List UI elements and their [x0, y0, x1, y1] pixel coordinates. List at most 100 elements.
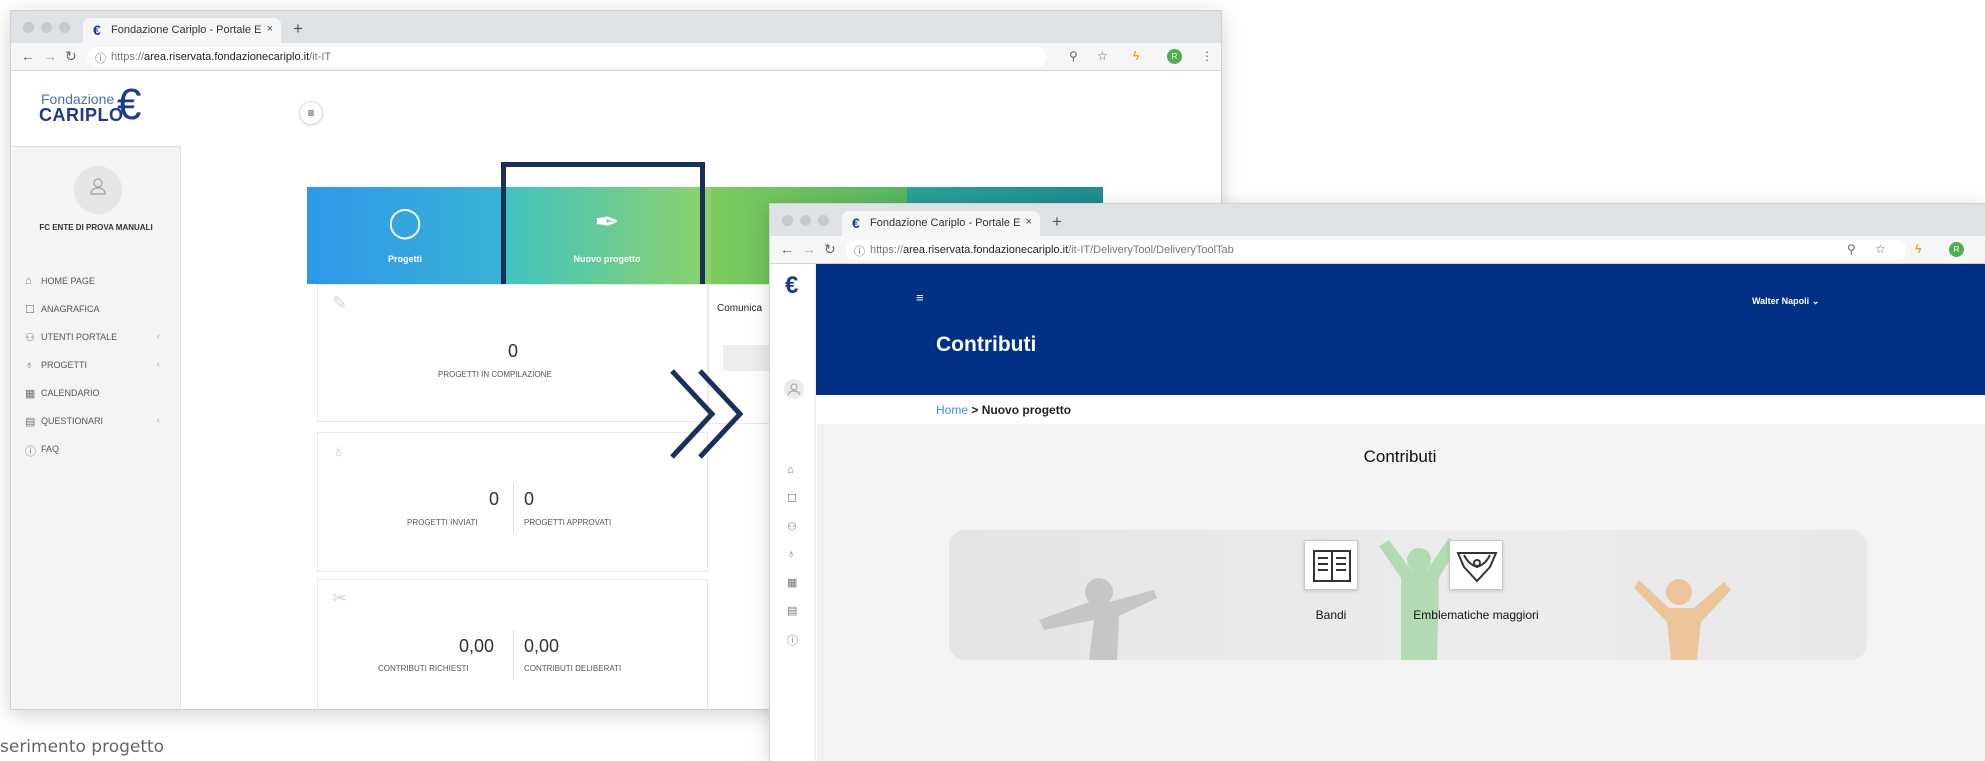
breadcrumb-current: Nuovo progetto: [981, 403, 1072, 417]
close-tab-icon[interactable]: ×: [267, 23, 273, 35]
url-input[interactable]: ⓘ https://area.riservata.fondazionecarip…: [846, 240, 1906, 260]
site-info-icon[interactable]: ⓘ: [854, 243, 865, 259]
zoom-icon[interactable]: ⚲: [1069, 49, 1078, 63]
sidebar-item-label: QUESTIONARI: [41, 416, 104, 426]
survey-icon: ▤: [25, 416, 36, 428]
chevron-left-icon: ‹: [156, 331, 160, 342]
extension-bolt-icon[interactable]: ϟ: [1133, 49, 1139, 63]
site-info-icon[interactable]: ⓘ: [95, 50, 106, 66]
sidebar-item-questionari[interactable]: ▤ QUESTIONARI ‹: [25, 415, 170, 443]
url-path: /it-IT/DeliveryTool/DeliveryToolTab: [1068, 244, 1234, 256]
url-scheme: https://: [111, 51, 145, 63]
menu-toggle-button[interactable]: ≡: [916, 290, 924, 305]
sidebar-menu: ⌂ HOME PAGE ☐ ANAGRAFICA ⚇ UTENTI PORTALE ‹ …: [25, 275, 170, 471]
logo[interactable]: Fondazione CARIPLO €: [11, 71, 181, 147]
emblematiche-label[interactable]: Emblematiche maggiori: [1411, 606, 1541, 625]
lightbulb-icon[interactable]: ♁: [787, 548, 795, 560]
user-name: Walter Napoli: [1752, 296, 1810, 306]
url-path: /it-IT: [309, 51, 332, 63]
forward-icon[interactable]: →: [43, 48, 57, 64]
page-header: ≡ Contributi Walter Napoli ⌄: [770, 264, 1985, 395]
survey-icon[interactable]: ▤: [787, 604, 797, 617]
profile-avatar-icon[interactable]: R: [1949, 242, 1964, 257]
id-card-icon[interactable]: ☐: [787, 492, 797, 505]
close-tab-icon[interactable]: ×: [1026, 216, 1032, 228]
chevron-double-right-icon: [670, 369, 744, 459]
new-tab-button[interactable]: +: [293, 19, 303, 39]
extension-bolt-icon[interactable]: ϟ: [1915, 242, 1921, 256]
sidebar-item-utenti-portale[interactable]: ⚇ UTENTI PORTALE ‹: [25, 331, 170, 359]
tab-strip: € Fondazione Cariplo - Portale E × +: [770, 204, 1985, 236]
tab-strip: € Fondazione Cariplo - Portale E × +: [11, 11, 1221, 43]
menu-toggle-button[interactable]: ≡: [299, 101, 323, 125]
sidebar: Fondazione CARIPLO € FC ENTE DI PROVA MA…: [11, 71, 181, 709]
url-input[interactable]: ⓘ https://area.riservata.fondazionecarip…: [87, 47, 1047, 67]
chevron-left-icon: ‹: [156, 415, 160, 426]
profile-avatar-icon[interactable]: R: [1167, 49, 1182, 64]
info-icon[interactable]: ⓘ: [787, 632, 798, 648]
back-icon[interactable]: ←: [780, 241, 794, 257]
sidebar-item-faq[interactable]: ⓘ FAQ: [25, 443, 170, 471]
sidebar-item-label: FAQ: [41, 444, 60, 454]
page-title: Contributi: [936, 333, 1037, 356]
sidebar-item-home-page[interactable]: ⌂ HOME PAGE: [25, 275, 170, 303]
home-icon[interactable]: ⌂: [787, 464, 794, 476]
browser-tab[interactable]: € Fondazione Cariplo - Portale E ×: [842, 211, 1040, 236]
bookmark-star-icon[interactable]: ☆: [1875, 242, 1886, 256]
sidebar-item-calendario[interactable]: ▦ CALENDARIO: [25, 387, 170, 415]
cariplo-favicon-icon: €: [852, 215, 860, 231]
highlight-frame: [501, 162, 705, 297]
stat-label: CONTRIBUTI DELIBERATI: [524, 664, 622, 673]
card-contributi: ✂ 0,00 CONTRIBUTI RICHIESTI 0,00 CONTRIB…: [317, 579, 708, 709]
sidebar-item-label: PROGETTI: [41, 360, 88, 370]
lightbulb-icon: ♁: [332, 441, 346, 461]
zoom-icon[interactable]: ⚲: [1847, 242, 1856, 256]
calendar-icon[interactable]: ▦: [787, 576, 797, 589]
user-icon[interactable]: [783, 378, 805, 400]
card-progetti-inviati-approvati: ♁ 0 PROGETTI INVIATI 0 PROGETTI APPROVAT…: [317, 432, 708, 572]
bandi-button[interactable]: [1304, 540, 1358, 590]
stat-label: PROGETTI APPROVATI: [524, 518, 612, 527]
tab-title: Fondazione Cariplo - Portale E: [111, 24, 262, 36]
users-icon: ⚇: [25, 332, 35, 344]
breadcrumb: Home > Nuovo progetto: [936, 403, 1071, 417]
sidebar-item-progetti[interactable]: ♁ PROGETTI ‹: [25, 359, 170, 387]
sidebar-item-label: HOME PAGE: [41, 276, 95, 286]
chevron-left-icon: ‹: [156, 359, 160, 370]
stat-value: 0,00: [459, 636, 495, 656]
user-menu[interactable]: Walter Napoli ⌄: [1752, 296, 1819, 307]
tile-progetti[interactable]: ◯ Progetti: [307, 187, 503, 284]
emblem-icon: [1456, 552, 1498, 583]
stat-value: 0: [489, 489, 500, 509]
comunicazioni-label: Comunica: [717, 303, 763, 314]
home-icon: ⌂: [25, 275, 32, 287]
user-icon: [90, 178, 106, 195]
emblematiche-button[interactable]: [1449, 540, 1503, 590]
browser-tab[interactable]: € Fondazione Cariplo - Portale E ×: [83, 18, 281, 43]
bookmark-star-icon[interactable]: ☆: [1097, 49, 1108, 63]
reload-icon[interactable]: ↻: [824, 241, 836, 258]
bandi-label[interactable]: Bandi: [1281, 606, 1381, 625]
cariplo-mark-icon[interactable]: €: [785, 272, 798, 300]
url-host: area.riservata.fondazionecariplo.it: [144, 51, 310, 63]
document-icon: [1313, 550, 1351, 582]
breadcrumb-home-link[interactable]: Home: [936, 403, 968, 417]
users-icon[interactable]: ⚇: [787, 520, 797, 533]
address-bar: ← → ↻ ⓘ https://area.riservata.fondazion…: [11, 43, 1221, 71]
back-icon[interactable]: ←: [21, 48, 35, 64]
edit-icon: ✎: [332, 293, 348, 313]
section-title: Contributi: [1363, 447, 1437, 466]
sidebar-item-label: ANAGRAFICA: [41, 304, 100, 314]
forward-icon[interactable]: →: [802, 241, 816, 257]
sidebar-item-anagrafica[interactable]: ☐ ANAGRAFICA: [25, 303, 170, 331]
url-host: area.riservata.fondazionecariplo.it: [903, 244, 1069, 256]
contributi-banner: Bandi Emblematiche maggiori: [949, 530, 1867, 660]
lightbulb-icon: ♁: [25, 359, 34, 371]
url-scheme: https://: [870, 244, 904, 256]
logo-text-cariplo: CARIPLO: [39, 105, 124, 125]
avatar[interactable]: [74, 166, 122, 214]
reload-icon[interactable]: ↻: [65, 48, 77, 65]
sidebar-item-label: CALENDARIO: [41, 388, 100, 398]
new-tab-button[interactable]: +: [1052, 212, 1062, 232]
browser-menu-icon[interactable]: ⋮: [1201, 49, 1213, 63]
